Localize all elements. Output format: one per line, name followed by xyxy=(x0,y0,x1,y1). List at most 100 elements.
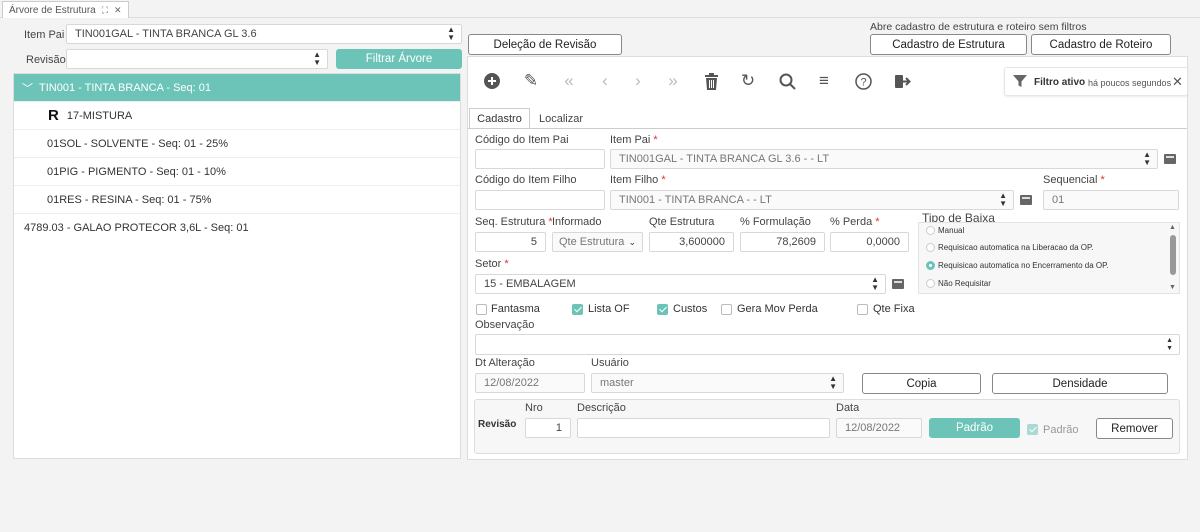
perda-label-text: % Perda xyxy=(830,216,873,228)
seq-estrutura-input[interactable]: 5 xyxy=(475,232,546,252)
setor-label-text: Setor xyxy=(475,258,502,270)
maximize-icon[interactable]: ⛶ xyxy=(102,5,108,16)
tipo-baixa-option: Não Requisitar xyxy=(938,279,991,288)
refresh-icon[interactable]: ↻ xyxy=(737,70,759,92)
menu-icon[interactable]: ≡ xyxy=(813,70,835,92)
setor-value: 15 - EMBALAGEM xyxy=(484,278,576,290)
tree-panel: ﹀ TIN001 - TINTA BRANCA - Seq: 01 R 17-M… xyxy=(13,73,461,459)
item-pai-value: TIN001GAL - TINTA BRANCA GL 3.6 xyxy=(75,28,257,40)
data-input[interactable]: 12/08/2022 xyxy=(836,418,922,438)
fantasma-checkbox[interactable] xyxy=(476,304,487,315)
last-record-icon[interactable]: » xyxy=(662,70,684,92)
lookup-icon[interactable] xyxy=(1020,195,1032,205)
qte-fixa-checkbox[interactable] xyxy=(857,304,868,315)
nro-input[interactable]: 1 xyxy=(525,418,571,438)
item-filho-value: TIN001 - TINTA BRANCA - - LT xyxy=(619,194,772,206)
tree-node-label: 01RES - RESINA - Seq: 01 - 75% xyxy=(47,193,212,206)
sequencial-label-text: Sequencial xyxy=(1043,174,1098,186)
revisao-select[interactable]: ▲ ▼ xyxy=(66,49,328,69)
item-pai-select[interactable]: TIN001GAL - TINTA BRANCA GL 3.6 ▲ ▼ xyxy=(66,24,462,44)
descricao-input[interactable] xyxy=(577,418,830,438)
fantasma-label: Fantasma xyxy=(491,303,540,315)
gera-mov-perda-checkbox[interactable] xyxy=(721,304,732,315)
seq-estrutura-label: Seq. Estrutura * xyxy=(475,216,553,228)
scroll-down-icon[interactable]: ▼ xyxy=(1169,284,1176,291)
lookup-icon[interactable] xyxy=(1164,154,1176,164)
item-pai-field-label-text: Item Pai xyxy=(610,134,651,146)
dt-alteracao-input[interactable]: 12/08/2022 xyxy=(475,373,585,393)
padrao-checkbox[interactable] xyxy=(1027,424,1038,435)
sequencial-input[interactable]: 01 xyxy=(1043,190,1179,210)
tree-node[interactable]: 01PIG - PIGMENTO - Seq: 01 - 10% xyxy=(14,158,460,186)
remover-button[interactable]: Remover xyxy=(1096,418,1173,439)
setor-select[interactable]: 15 - EMBALAGEM ▲ ▼ xyxy=(475,274,886,294)
tab-divider xyxy=(468,128,1187,129)
tipo-baixa-radio-nao-requisitar[interactable] xyxy=(926,279,935,288)
tab-localizar[interactable]: Localizar xyxy=(533,108,589,129)
window-tab[interactable]: Árvore de Estrutura ⛶ ✕ xyxy=(2,1,129,18)
data-label: Data xyxy=(836,402,860,414)
tipo-baixa-radio-manual[interactable] xyxy=(926,226,935,235)
cod-item-filho-input[interactable] xyxy=(475,190,605,210)
delete-icon[interactable] xyxy=(700,70,722,92)
lookup-icon[interactable] xyxy=(892,279,904,289)
scrollbar-thumb[interactable] xyxy=(1170,235,1176,275)
perda-input[interactable]: 0,0000 xyxy=(830,232,909,252)
cadastro-estrutura-button[interactable]: Cadastro de Estrutura xyxy=(870,34,1027,55)
close-icon[interactable]: ✕ xyxy=(1172,74,1183,90)
tipo-baixa-option: Requisicao automatica na Liberacao da OP… xyxy=(938,243,1094,252)
next-record-icon[interactable]: › xyxy=(627,70,649,92)
tree-node[interactable]: 4789.03 - GALAO PROTECOR 3,6L - Seq: 01 xyxy=(14,214,460,242)
lista-of-checkbox[interactable] xyxy=(572,304,583,315)
cod-item-pai-input[interactable] xyxy=(475,149,605,169)
tab-strip xyxy=(0,0,1200,18)
tree-node[interactable]: 01SOL - SOLVENTE - Seq: 01 - 25% xyxy=(14,130,460,158)
usuario-value: master xyxy=(600,377,634,389)
formulacao-input[interactable]: 78,2609 xyxy=(740,232,825,252)
formulacao-label: % Formulação xyxy=(740,216,811,228)
tree-node[interactable]: 01RES - RESINA - Seq: 01 - 75% xyxy=(14,186,460,214)
cod-item-filho-label: Código do Item Filho xyxy=(475,174,577,186)
item-filho-select[interactable]: TIN001 - TINTA BRANCA - - LT ▲ ▼ xyxy=(610,190,1014,210)
chevron-down-icon: ⌄ xyxy=(628,237,636,247)
revisao-title: Revisão xyxy=(478,419,517,430)
qte-estrutura-input[interactable]: 3,600000 xyxy=(649,232,734,252)
filter-tree-button[interactable]: Filtrar Árvore xyxy=(336,49,462,69)
delete-revision-button[interactable]: Deleção de Revisão xyxy=(468,34,622,55)
tipo-baixa-radio-liberacao[interactable] xyxy=(926,243,935,252)
custos-label: Custos xyxy=(673,303,708,315)
first-record-icon[interactable]: « xyxy=(558,70,580,92)
help-icon[interactable]: ? xyxy=(852,70,874,92)
tipo-baixa-group: Manual Requisicao automatica na Liberaca… xyxy=(918,222,1180,294)
tab-cadastro[interactable]: Cadastro xyxy=(469,108,530,129)
tipo-baixa-radio-encerramento[interactable] xyxy=(926,261,935,270)
observacao-textarea[interactable]: ▲ ▼ xyxy=(475,334,1180,355)
exit-icon[interactable] xyxy=(891,70,913,92)
informado-select[interactable]: Qte Estrutura ⌄ xyxy=(552,232,643,252)
copia-button[interactable]: Copia xyxy=(862,373,981,394)
tree-node[interactable]: ﹀ TIN001 - TINTA BRANCA - Seq: 01 xyxy=(14,74,460,102)
padrao-checkbox-label: Padrão xyxy=(1043,424,1079,436)
padrao-button[interactable]: Padrão xyxy=(929,418,1020,438)
densidade-button[interactable]: Densidade xyxy=(992,373,1168,394)
custos-checkbox[interactable] xyxy=(657,304,668,315)
add-icon[interactable] xyxy=(481,70,503,92)
scroll-arrows-icon[interactable]: ▲ ▼ xyxy=(1166,337,1173,353)
previous-record-icon[interactable]: ‹ xyxy=(594,70,616,92)
edit-icon[interactable]: ✎ xyxy=(520,70,542,92)
dt-alteracao-label: Dt Alteração xyxy=(475,357,535,369)
item-pai-field-select[interactable]: TIN001GAL - TINTA BRANCA GL 3.6 - - LT ▲… xyxy=(610,149,1158,169)
usuario-select[interactable]: master ▲ ▼ xyxy=(591,373,844,393)
search-icon[interactable] xyxy=(776,70,798,92)
informado-value: Qte Estrutura xyxy=(559,236,625,248)
cod-item-pai-label: Código do Item Pai xyxy=(475,134,569,146)
tree-node-label: TIN001 - TINTA BRANCA - Seq: 01 xyxy=(39,81,211,94)
cadastro-hint: Abre cadastro de estrutura e roteiro sem… xyxy=(870,21,1087,33)
close-icon[interactable]: ✕ xyxy=(114,5,122,16)
cadastro-roteiro-button[interactable]: Cadastro de Roteiro xyxy=(1031,34,1171,55)
qte-fixa-label: Qte Fixa xyxy=(873,303,915,315)
qte-estrutura-label: Qte Estrutura xyxy=(649,216,715,228)
tree-node[interactable]: R 17-MISTURA xyxy=(14,102,460,130)
scroll-up-icon[interactable]: ▲ xyxy=(1169,224,1176,231)
chevron-down-icon: ﹀ xyxy=(22,82,33,95)
